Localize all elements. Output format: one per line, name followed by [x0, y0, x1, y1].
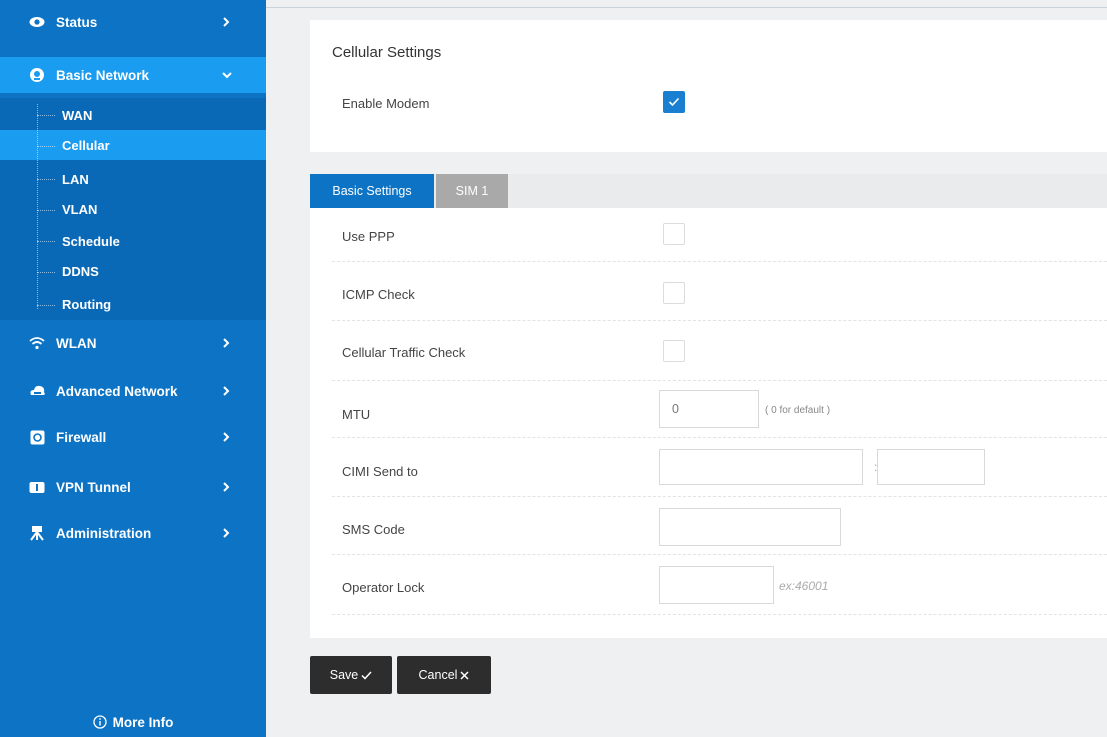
sidebar-item-vpn-tunnel[interactable]: VPN Tunnel	[0, 469, 266, 505]
save-button[interactable]: Save	[310, 656, 392, 694]
submenu-tree-tick	[37, 179, 55, 180]
chevron-right-icon	[222, 373, 230, 409]
eye-icon	[28, 13, 46, 31]
sidebar-item-label: Status	[56, 14, 98, 30]
cancel-button[interactable]: Cancel	[397, 656, 491, 694]
icmp-check-label: ICMP Check	[342, 287, 415, 302]
chevron-right-icon	[222, 4, 230, 40]
chevron-right-icon	[222, 469, 230, 505]
check-icon	[361, 670, 372, 680]
wifi-icon	[28, 334, 46, 352]
sidebar-subitem-label: WAN	[62, 107, 93, 123]
sidebar-subitem-label: LAN	[62, 171, 89, 187]
mtu-label: MTU	[342, 407, 371, 422]
cloud-icon	[28, 382, 46, 400]
sidebar-subitem-label: VLAN	[62, 201, 98, 217]
cimi-send-to-label: CIMI Send to	[342, 464, 418, 479]
icmp-check-checkbox[interactable]	[663, 282, 685, 304]
submenu-tree-tick	[37, 241, 55, 242]
submenu-tree-tick	[37, 272, 55, 273]
sidebar-subitem-label: Schedule	[62, 233, 120, 249]
chevron-right-icon	[222, 515, 230, 551]
more-info-link[interactable]: More Info	[0, 707, 266, 737]
row-divider	[332, 496, 1107, 497]
submenu-tree-tick	[37, 210, 55, 211]
sidebar-item-status[interactable]: Status	[0, 4, 266, 40]
cimi-port-input[interactable]	[877, 449, 985, 485]
cellular-settings-card: Cellular Settings Enable Modem	[310, 20, 1107, 152]
globe-icon	[28, 66, 46, 84]
submenu-tree-tick	[37, 115, 55, 116]
more-info-label: More Info	[112, 714, 174, 730]
sidebar-subitem-cellular[interactable]: Cellular	[0, 130, 266, 160]
cellular-traffic-check-checkbox[interactable]	[663, 340, 685, 362]
sidebar-item-administration[interactable]: Administration	[0, 515, 266, 551]
cancel-button-label: Cancel	[418, 668, 458, 682]
row-divider	[332, 320, 1107, 321]
enable-modem-label: Enable Modem	[342, 96, 430, 111]
operator-lock-input[interactable]	[659, 566, 774, 604]
check-icon	[668, 97, 680, 107]
info-icon	[92, 715, 107, 729]
row-divider	[332, 614, 1107, 615]
tab-bar: Basic Settings SIM 1	[310, 174, 1107, 208]
sidebar-item-label: WLAN	[56, 335, 97, 351]
save-button-label: Save	[329, 668, 359, 682]
mtu-value: 0	[672, 402, 679, 416]
sidebar-subitem-label: Cellular	[62, 137, 110, 153]
sidebar-subitem-routing[interactable]: Routing	[0, 289, 266, 319]
basic-network-submenu: WAN Cellular LAN VLAN Schedule DDNS Rout…	[0, 98, 266, 320]
operator-lock-label: Operator Lock	[342, 580, 425, 595]
submenu-tree-tick	[37, 305, 55, 306]
row-divider	[332, 554, 1107, 555]
row-divider	[332, 261, 1107, 262]
vpn-icon	[28, 478, 46, 496]
sidebar-subitem-label: DDNS	[62, 263, 99, 279]
sidebar-item-advanced-network[interactable]: Advanced Network	[0, 373, 266, 409]
tab-basic-settings[interactable]: Basic Settings	[310, 174, 434, 208]
submenu-tree-tick	[37, 146, 55, 147]
sms-code-label: SMS Code	[342, 522, 405, 537]
sidebar: Status Basic Network WAN Cellular LAN VL…	[0, 0, 266, 737]
tab-sim-1[interactable]: SIM 1	[436, 174, 508, 208]
basic-settings-card: Basic Settings SIM 1 Use PPP ICMP Check …	[310, 174, 1107, 638]
use-ppp-label: Use PPP	[342, 229, 395, 244]
sidebar-item-label: Advanced Network	[56, 383, 178, 399]
sidebar-item-label: Basic Network	[56, 67, 150, 83]
operator-lock-example: ex:46001	[779, 579, 829, 593]
admin-icon	[28, 524, 46, 542]
sidebar-item-firewall[interactable]: Firewall	[0, 419, 266, 455]
use-ppp-checkbox[interactable]	[663, 223, 685, 245]
sidebar-item-wlan[interactable]: WLAN	[0, 325, 266, 361]
row-divider	[332, 437, 1107, 438]
sidebar-item-label: Administration	[56, 525, 152, 541]
close-icon	[460, 670, 469, 680]
tab-label: SIM 1	[455, 184, 489, 198]
sidebar-item-basic-network[interactable]: Basic Network	[0, 57, 266, 93]
sidebar-item-label: Firewall	[56, 429, 107, 445]
top-divider	[266, 7, 1107, 8]
chevron-right-icon	[222, 419, 230, 455]
submenu-tree-line	[37, 104, 38, 309]
cimi-address-input[interactable]	[659, 449, 863, 485]
chevron-down-icon	[222, 57, 232, 93]
sidebar-item-label: VPN Tunnel	[56, 479, 131, 495]
sidebar-subitem-vlan[interactable]: VLAN	[0, 194, 266, 224]
cellular-traffic-check-label: Cellular Traffic Check	[342, 345, 466, 360]
mtu-hint: ( 0 for default )	[765, 405, 831, 416]
mtu-input[interactable]: 0	[659, 390, 759, 428]
row-divider	[332, 380, 1107, 381]
sidebar-subitem-ddns[interactable]: DDNS	[0, 256, 266, 286]
sms-code-input[interactable]	[659, 508, 841, 546]
enable-modem-checkbox[interactable]	[663, 91, 685, 113]
tab-label: Basic Settings	[332, 184, 412, 198]
firewall-icon	[28, 428, 46, 446]
chevron-right-icon	[222, 325, 230, 361]
sidebar-subitem-label: Routing	[62, 296, 112, 312]
section-title: Cellular Settings	[332, 44, 442, 61]
